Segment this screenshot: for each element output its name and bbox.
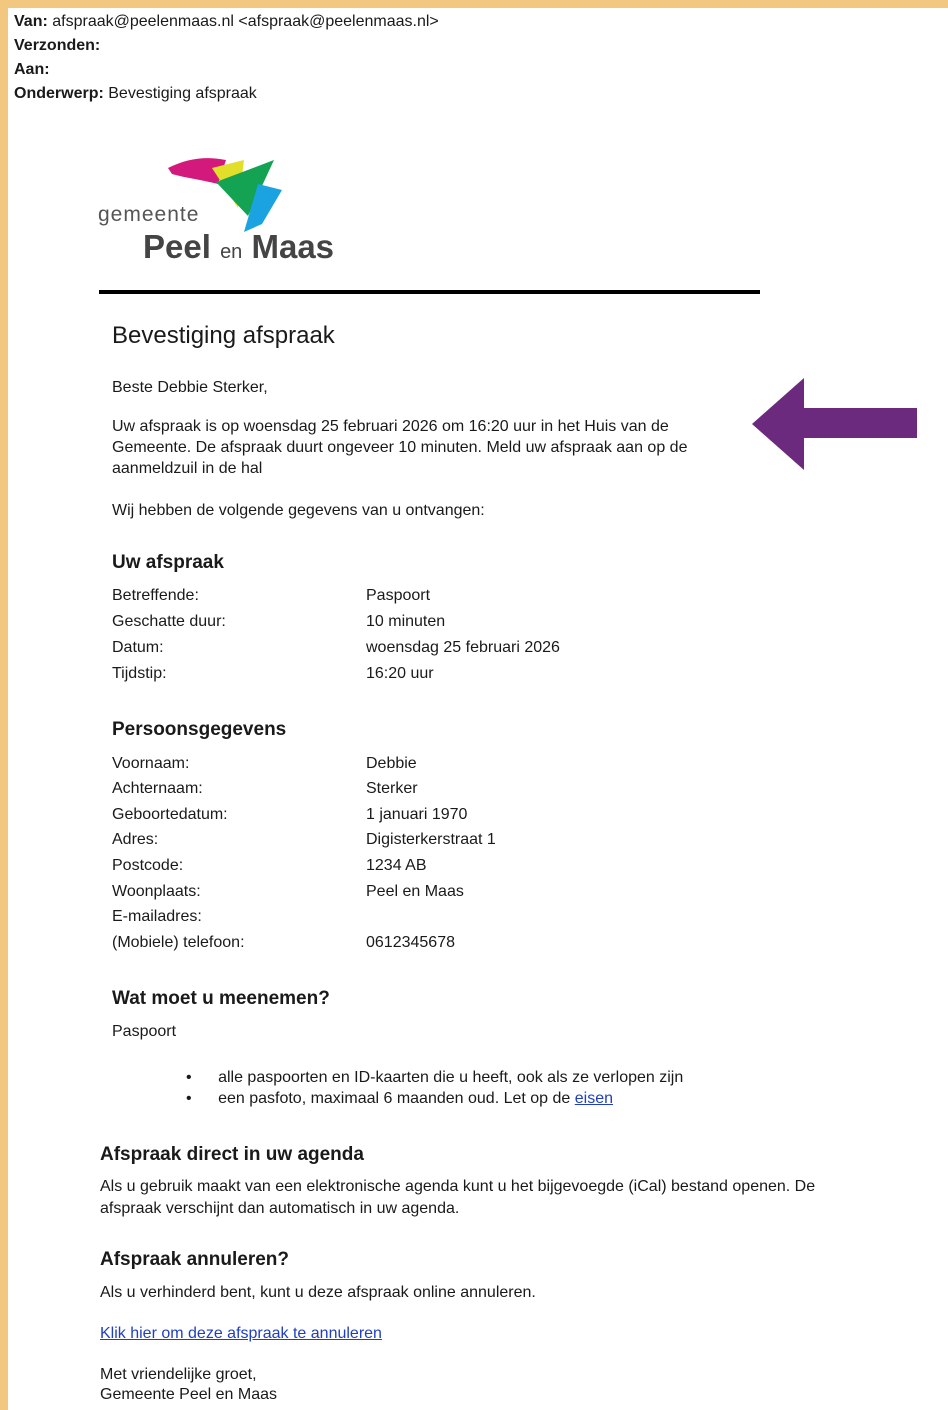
frame-border-left xyxy=(0,0,8,1410)
subject-label: Onderwerp: xyxy=(14,85,104,102)
personal-value-city: Peel en Maas xyxy=(366,883,464,900)
appointment-value-date: woensdag 25 februari 2026 xyxy=(366,639,560,656)
appointment-value-duration: 10 minuten xyxy=(366,613,446,630)
annotation-arrow-icon xyxy=(752,378,917,470)
sent-label: Verzonden: xyxy=(14,37,101,54)
personal-label-firstname: Voornaam: xyxy=(112,755,190,772)
intro-line-1: Uw afspraak is op woensdag 25 februari 2… xyxy=(112,418,669,435)
agenda-heading: Afspraak direct in uw agenda xyxy=(100,1144,364,1165)
bullet-icon: • xyxy=(186,1090,192,1107)
bring-item: Paspoort xyxy=(112,1023,177,1040)
cancel-appointment-link[interactable]: Klik hier om deze afspraak te annuleren xyxy=(100,1323,382,1344)
from-line: Van: afspraak@peelenmaas.nl <afspraak@pe… xyxy=(14,12,439,32)
requirements-link[interactable]: eisen xyxy=(575,1090,613,1107)
greeting: Beste Debbie Sterker, xyxy=(112,379,268,396)
appointment-label-subject: Betreffende: xyxy=(112,587,199,604)
cancel-text: Als u verhinderd bent, kunt u deze afspr… xyxy=(100,1284,536,1301)
bring-bullet-1: • alle paspoorten en ID-kaarten die u he… xyxy=(186,1069,683,1087)
logo-word-maas: Maas xyxy=(251,228,335,265)
personal-label-postcode: Postcode: xyxy=(112,857,184,874)
intro-line-3: aanmeldzuil in de hal xyxy=(112,460,263,477)
bring-bullet-1-text: alle paspoorten en ID-kaarten die u heef… xyxy=(218,1069,684,1086)
frame-border-top xyxy=(0,0,948,8)
closing-line-1: Met vriendelijke groet, xyxy=(100,1366,257,1383)
appointment-heading: Uw afspraak xyxy=(112,552,224,573)
cancel-heading: Afspraak annuleren? xyxy=(100,1249,289,1270)
personal-value-postcode: 1234 AB xyxy=(366,857,427,874)
bring-heading: Wat moet u meenemen? xyxy=(112,988,330,1009)
personal-label-lastname: Achternaam: xyxy=(112,780,203,797)
appointment-value-time: 16:20 uur xyxy=(366,665,434,682)
logo-word-peel: Peel xyxy=(143,228,211,265)
from-label: Van: xyxy=(14,13,48,30)
header-divider xyxy=(99,290,760,294)
bring-bullet-2: • een pasfoto, maximaal 6 maanden oud. L… xyxy=(186,1090,613,1108)
closing-line-2: Gemeente Peel en Maas xyxy=(100,1386,277,1403)
personal-label-city: Woonplaats: xyxy=(112,883,201,900)
appointment-label-time: Tijdstip: xyxy=(112,665,167,682)
page-title: Bevestiging afspraak xyxy=(112,322,335,349)
personal-label-address: Adres: xyxy=(112,831,159,848)
appointment-label-date: Datum: xyxy=(112,639,164,656)
logo-word-gemeente: gemeente xyxy=(98,203,200,226)
to-label: Aan: xyxy=(14,61,50,78)
bring-bullet-2-text: een pasfoto, maximaal 6 maanden oud. Let… xyxy=(218,1090,571,1107)
subject-line: Onderwerp: Bevestiging afspraak xyxy=(14,84,257,104)
agenda-line-1: Als u gebruik maakt van een elektronisch… xyxy=(100,1178,816,1195)
logo-word-en: en xyxy=(220,241,243,263)
personal-value-phone: 0612345678 xyxy=(366,934,455,951)
to-line: Aan: xyxy=(14,60,50,80)
personal-value-firstname: Debbie xyxy=(366,755,417,772)
logo-word-peel-en-maas: Peel en Maas xyxy=(143,228,334,266)
personal-value-lastname: Sterker xyxy=(366,780,418,797)
from-value[interactable]: afspraak@peelenmaas.nl <afspraak@peelenm… xyxy=(52,13,439,30)
personal-heading: Persoonsgegevens xyxy=(112,719,287,740)
agenda-line-2: afspraak verschijnt dan automatisch in u… xyxy=(100,1200,460,1217)
personal-value-birthdate: 1 januari 1970 xyxy=(366,806,468,823)
bullet-icon: • xyxy=(186,1069,192,1086)
appointment-value-subject: Paspoort xyxy=(366,587,431,604)
appointment-label-duration: Geschatte duur: xyxy=(112,613,226,630)
personal-label-email: E-mailadres: xyxy=(112,908,202,925)
subject-value: Bevestiging afspraak xyxy=(108,85,257,102)
personal-label-birthdate: Geboortedatum: xyxy=(112,806,228,823)
personal-label-phone: (Mobiele) telefoon: xyxy=(112,934,245,951)
sent-line: Verzonden: xyxy=(14,36,100,56)
personal-value-address: Digisterkerstraat 1 xyxy=(366,831,496,848)
received-text: Wij hebben de volgende gegevens van u on… xyxy=(112,502,485,519)
intro-line-2: Gemeente. De afspraak duurt ongeveer 10 … xyxy=(112,439,688,456)
